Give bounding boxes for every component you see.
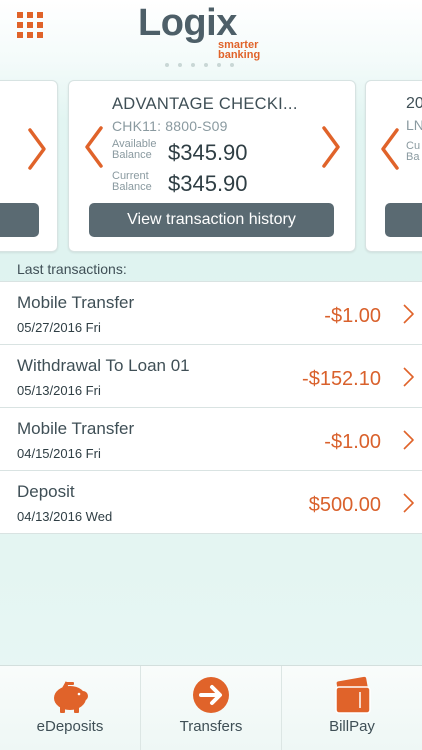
wallet-icon <box>330 676 374 716</box>
chevron-left-icon[interactable] <box>82 125 106 169</box>
available-label-line-2: Balance <box>112 149 152 161</box>
tab-label: BillPay <box>329 718 375 735</box>
carousel-page-indicator <box>165 63 255 69</box>
transaction-date: 04/13/2016 Wed <box>17 509 113 524</box>
chevron-right-icon <box>401 366 415 388</box>
transaction-row[interactable]: Mobile Transfer 04/15/2016 Fri -$1.00 <box>0 408 422 471</box>
account-card: ADVANTAGE CHECKI... CHK11: 8800-S09 Avai… <box>68 80 356 252</box>
view-transaction-history-button[interactable]: View transaction history <box>89 203 334 237</box>
chevron-right-icon <box>401 492 415 514</box>
transaction-amount: $500.00 <box>308 494 381 516</box>
current-label-line-2: Balance <box>112 181 152 193</box>
available-balance-amount: $345.90 <box>168 140 248 165</box>
current-balance-amount: $345.90 <box>168 171 248 196</box>
transaction-amount: -$1.00 <box>324 431 381 453</box>
tab-edeposits[interactable]: eDeposits <box>0 666 141 750</box>
transaction-list: Mobile Transfer 05/27/2016 Fri -$1.00 Wi… <box>0 281 422 534</box>
transaction-date: 05/13/2016 Fri <box>17 383 101 398</box>
current-balance-label: Current Balance <box>112 171 168 193</box>
next-account-name: 20 <box>406 95 422 112</box>
last-transactions-heading: Last transactions: <box>17 261 127 277</box>
account-name: ADVANTAGE CHECKI... <box>112 95 298 113</box>
chevron-right-icon <box>401 429 415 451</box>
chevron-right-icon[interactable] <box>319 125 343 169</box>
transaction-amount: -$1.00 <box>324 305 381 327</box>
arrow-circle-icon <box>189 676 233 716</box>
previous-account-card[interactable] <box>0 80 58 252</box>
next-account-card[interactable]: 20 LN Cu Ba <box>365 80 422 252</box>
previous-card-history-button[interactable] <box>0 203 39 237</box>
next-balance-label: Cu Ba <box>406 141 420 163</box>
transaction-amount: -$152.10 <box>302 368 381 390</box>
tab-label: eDeposits <box>36 718 104 735</box>
chevron-left-icon[interactable] <box>378 127 402 171</box>
header: Logix smarter banking <box>0 0 422 70</box>
logo-tagline-line-2: banking <box>218 49 261 61</box>
next-label-line-2: Ba <box>406 151 420 163</box>
transaction-description: Mobile Transfer <box>17 293 135 312</box>
grid-menu-icon[interactable] <box>17 12 43 38</box>
tab-label: Transfers <box>179 718 243 735</box>
transaction-description: Deposit <box>17 482 75 501</box>
bottom-tab-bar: eDeposits Transfers BillPay <box>0 665 422 750</box>
chevron-right-icon[interactable] <box>25 127 49 171</box>
transaction-description: Withdrawal To Loan 01 <box>17 356 190 375</box>
tab-billpay[interactable]: BillPay <box>282 666 422 750</box>
available-balance-label: Available Balance <box>112 139 168 161</box>
account-number: CHK11: 8800-S09 <box>112 118 228 134</box>
logo: Logix smarter banking <box>138 2 288 62</box>
chevron-right-icon <box>401 303 415 325</box>
app-screen: Logix smarter banking ADVANTAGE CHECKI..… <box>0 0 422 750</box>
tab-transfers[interactable]: Transfers <box>141 666 282 750</box>
next-account-number: LN <box>406 117 422 133</box>
transaction-date: 04/15/2016 Fri <box>17 446 101 461</box>
transaction-description: Mobile Transfer <box>17 419 135 438</box>
transaction-row[interactable]: Mobile Transfer 05/27/2016 Fri -$1.00 <box>0 282 422 345</box>
transaction-date: 05/27/2016 Fri <box>17 320 101 335</box>
logo-tagline: smarter banking <box>218 40 278 61</box>
transaction-row[interactable]: Deposit 04/13/2016 Wed $500.00 <box>0 471 422 534</box>
transaction-row[interactable]: Withdrawal To Loan 01 05/13/2016 Fri -$1… <box>0 345 422 408</box>
next-card-history-button[interactable] <box>385 203 422 237</box>
piggy-bank-icon <box>48 676 92 716</box>
